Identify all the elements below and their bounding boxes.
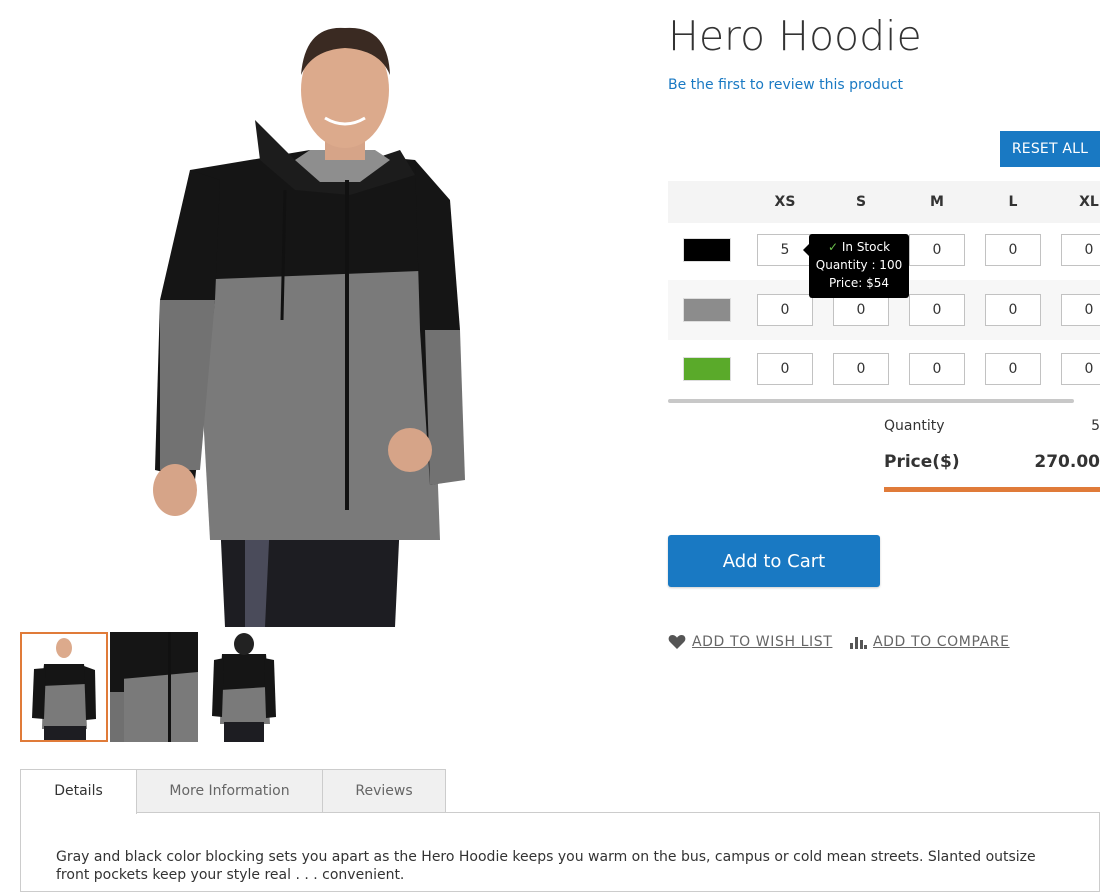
tab-more-information[interactable]: More Information — [136, 769, 323, 813]
main-product-image[interactable] — [20, 0, 650, 627]
grid-row-green — [668, 339, 1100, 399]
tooltip-stock: In Stock — [841, 240, 891, 254]
reset-all-button[interactable]: RESET ALL — [1000, 131, 1100, 167]
qty-input-gray-m[interactable] — [909, 294, 965, 326]
tooltip-price: Price: $54 — [828, 276, 890, 290]
color-swatch-gray — [683, 298, 731, 322]
size-header: XS — [774, 194, 796, 210]
qty-input-black-m[interactable] — [909, 234, 965, 266]
tab-reviews[interactable]: Reviews — [322, 769, 446, 813]
color-swatch-green — [683, 357, 731, 381]
add-to-cart-button[interactable]: Add to Cart — [668, 535, 880, 587]
thumbnail-3[interactable] — [200, 632, 288, 742]
color-swatch-black — [683, 238, 731, 262]
quantity-value: 5 — [1091, 418, 1100, 434]
qty-input-green-m[interactable] — [909, 353, 965, 385]
price-value: 270.00 — [1034, 452, 1100, 472]
tooltip-quantity: Quantity : 100 — [815, 258, 903, 272]
qty-input-green-xl[interactable] — [1061, 353, 1100, 385]
stock-tooltip: ✓ In Stock Quantity : 100 Price: $54 — [803, 234, 909, 298]
tab-details[interactable]: Details — [20, 769, 137, 814]
qty-input-green-l[interactable] — [985, 353, 1041, 385]
qty-input-gray-s[interactable] — [833, 294, 889, 326]
thumbnail-back-image — [200, 632, 288, 742]
size-header: L — [1008, 194, 1018, 210]
heart-icon — [668, 635, 686, 649]
qty-input-green-xs[interactable] — [757, 353, 813, 385]
bar-chart-icon — [850, 637, 867, 649]
price-label: Price($) — [884, 452, 960, 472]
qty-input-black-l[interactable] — [985, 234, 1041, 266]
thumbnail-1[interactable] — [20, 632, 108, 742]
size-header: S — [855, 194, 867, 210]
qty-input-gray-xs[interactable] — [757, 294, 813, 326]
add-to-wishlist-link[interactable]: ADD TO WISH LIST — [668, 632, 832, 652]
size-header: XL — [1079, 194, 1099, 210]
thumbnail-2[interactable] — [110, 632, 198, 742]
wishlist-label: ADD TO WISH LIST — [692, 634, 833, 650]
quantity-label: Quantity — [884, 418, 945, 434]
size-header: M — [930, 194, 944, 210]
product-title: Hero Hoodie — [668, 12, 922, 60]
tooltip-stock-line: ✓ In Stock — [809, 238, 909, 256]
product-description: Gray and black color blocking sets you a… — [56, 849, 1036, 883]
check-icon: ✓ — [827, 240, 839, 254]
qty-input-gray-l[interactable] — [985, 294, 1041, 326]
qty-input-gray-xl[interactable] — [1061, 294, 1100, 326]
qty-input-black-xl[interactable] — [1061, 234, 1100, 266]
qty-input-green-s[interactable] — [833, 353, 889, 385]
thumbnail-detail-image — [110, 632, 198, 742]
grid-horizontal-scrollbar[interactable] — [668, 399, 1074, 403]
price-underline — [884, 487, 1100, 492]
add-to-compare-link[interactable]: ADD TO COMPARE — [850, 632, 1010, 652]
thumbnail-front-image — [22, 634, 106, 740]
hoodie-model-photo — [153, 27, 465, 627]
grid-header: XS S M L XL — [668, 181, 1100, 223]
compare-label: ADD TO COMPARE — [873, 634, 1010, 650]
review-link[interactable]: Be the first to review this product — [668, 77, 903, 93]
